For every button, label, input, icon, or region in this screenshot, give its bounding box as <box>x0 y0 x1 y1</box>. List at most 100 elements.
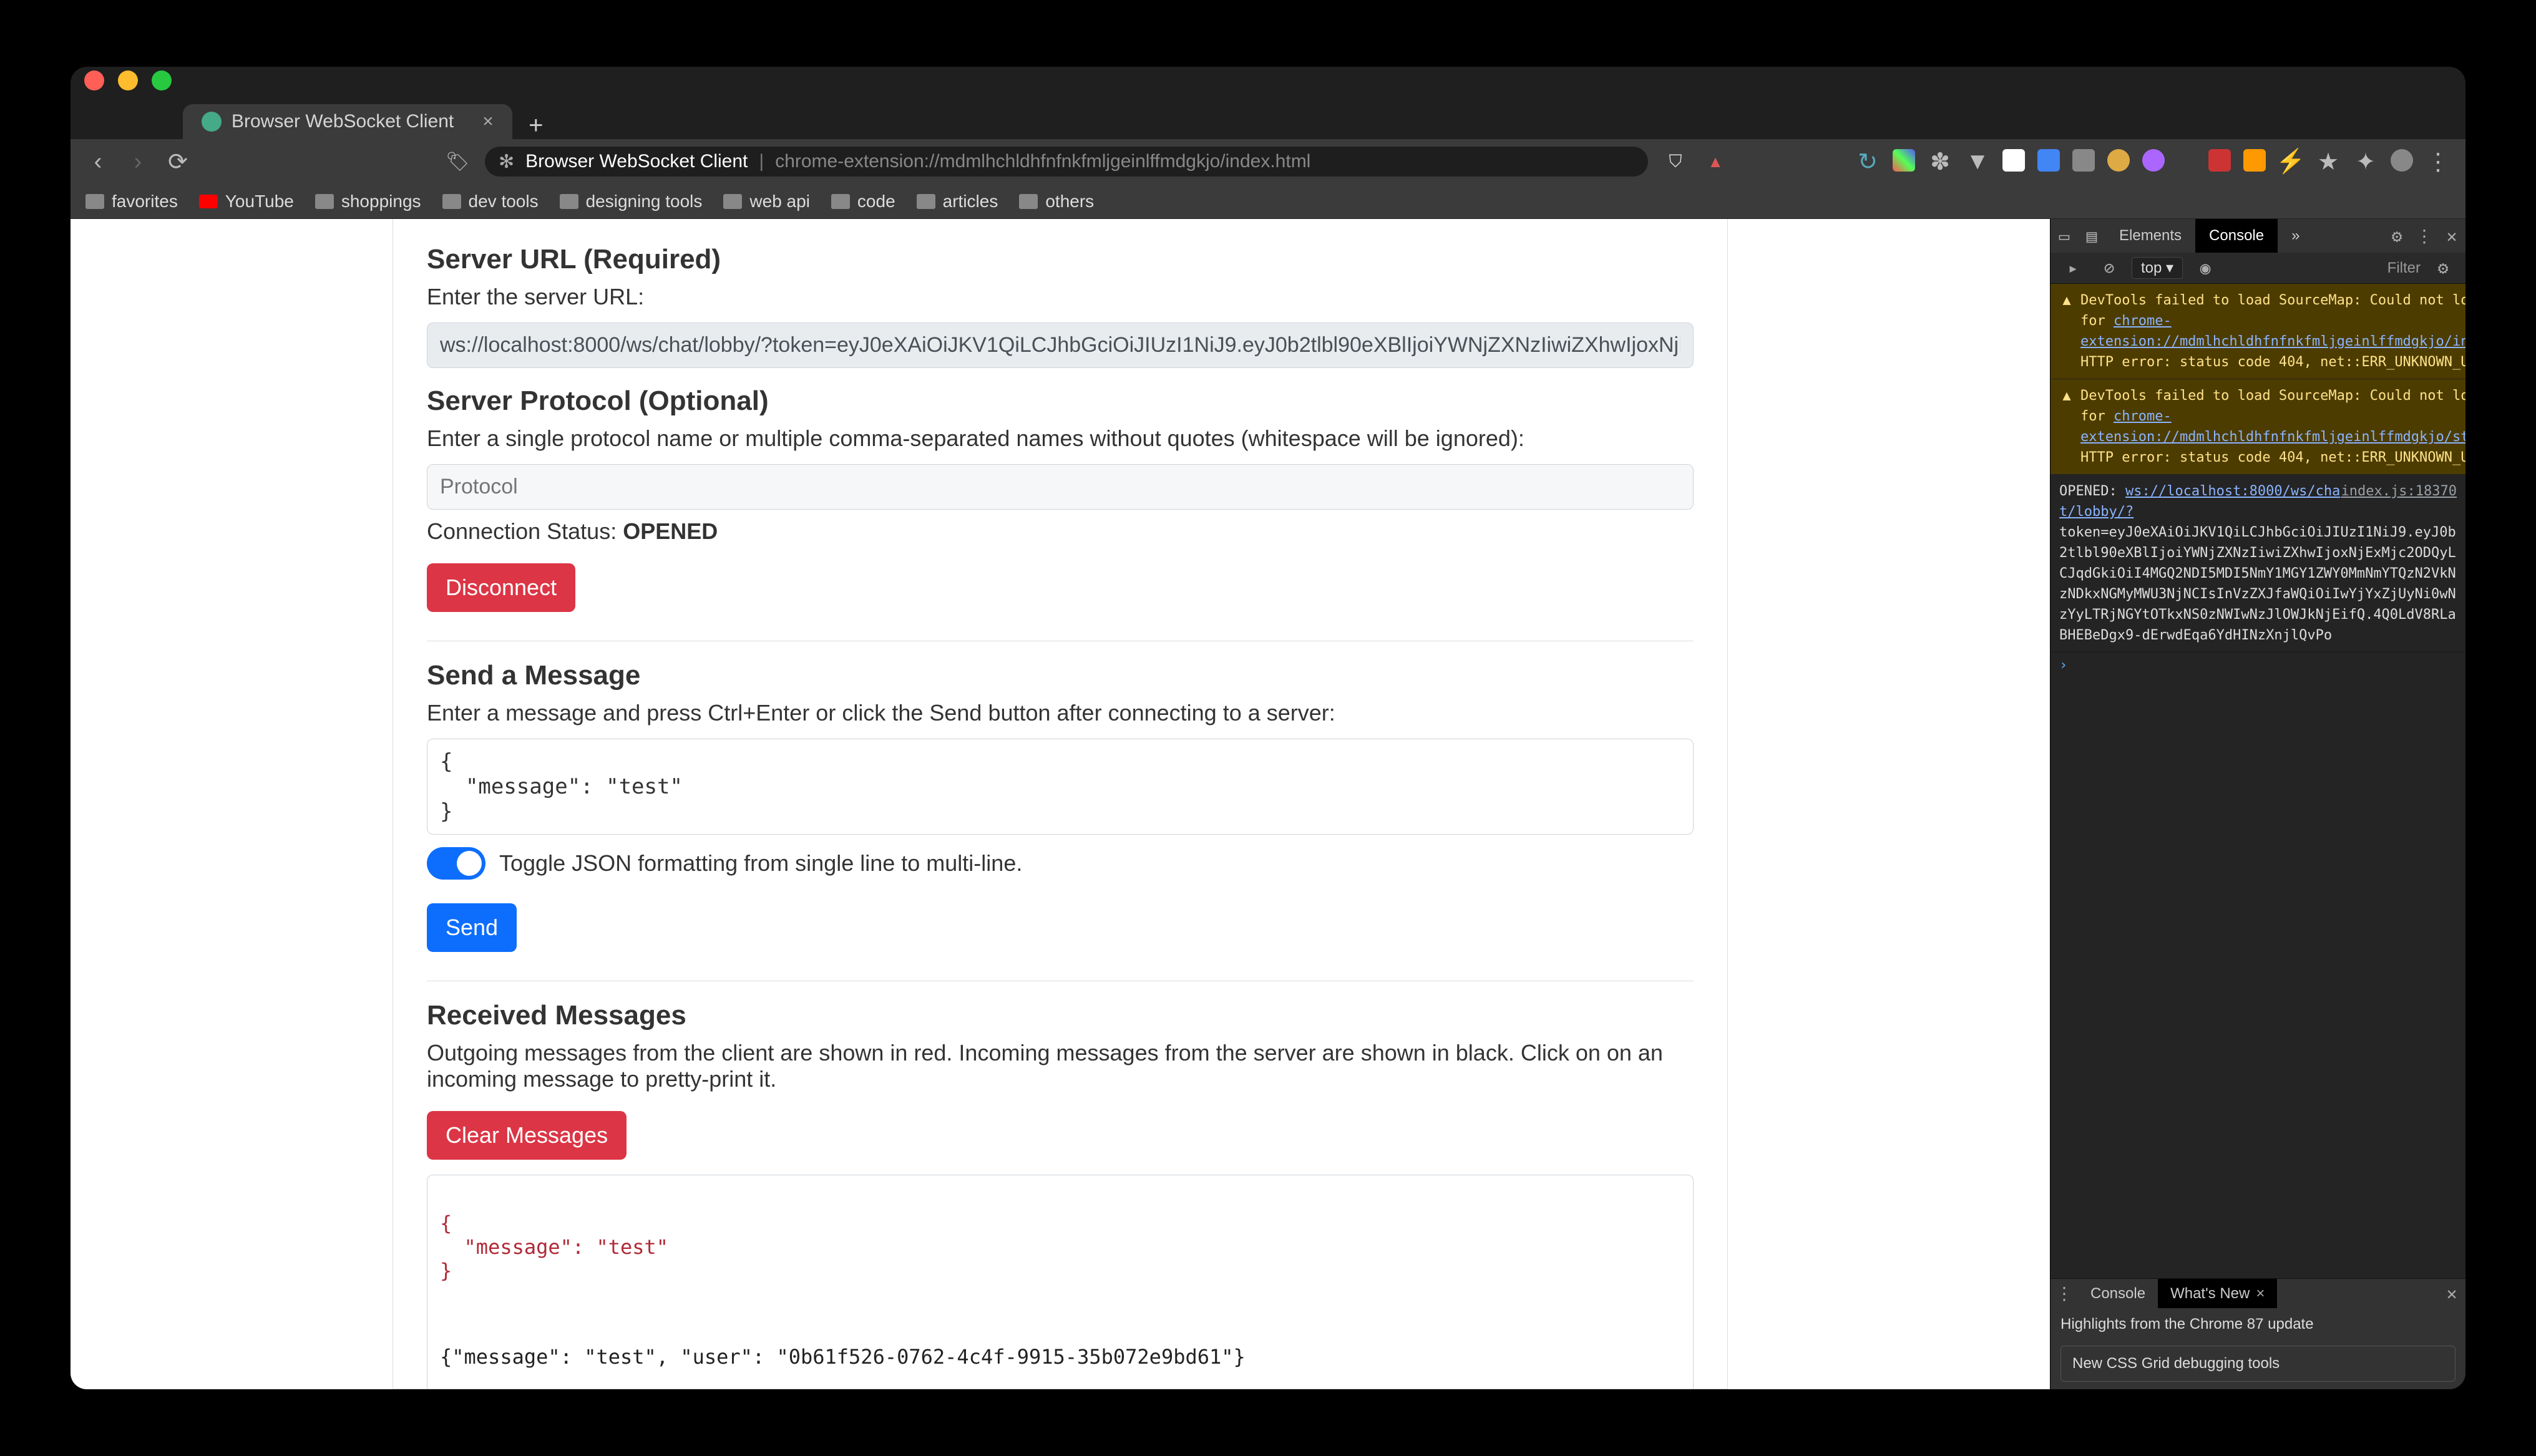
ext-doc-icon[interactable] <box>2037 149 2060 172</box>
address-bar[interactable]: ✻ Browser WebSocket Client | chrome-exte… <box>485 147 1648 177</box>
clear-console-icon[interactable]: ⊘ <box>2095 255 2123 282</box>
ext-1-icon[interactable] <box>1893 149 1915 172</box>
bookmark-articles[interactable]: articles <box>917 192 998 211</box>
devtools-panel: ▭ ▤ Elements Console » ⚙ ⋮ ✕ ▸ ⊘ top ▾ ◉… <box>2050 219 2465 1389</box>
server-protocol-input[interactable] <box>427 464 1694 510</box>
ext-purple-icon[interactable] <box>2142 149 2165 172</box>
bookmark-web-api[interactable]: web api <box>723 192 810 211</box>
json-format-toggle[interactable] <box>427 847 485 880</box>
received-heading: Received Messages <box>427 1000 1694 1031</box>
devtools-right-icons: ⚙ ⋮ ✕ <box>2383 222 2465 250</box>
server-url-input[interactable] <box>427 323 1694 368</box>
live-expression-icon[interactable]: ◉ <box>2192 255 2219 282</box>
shield-icon[interactable]: ⛉ <box>1663 149 1688 174</box>
ext-flag-icon[interactable] <box>2107 149 2130 172</box>
console-settings-icon[interactable]: ⚙ <box>2429 255 2457 282</box>
tabs-overflow[interactable]: » <box>2278 219 2313 253</box>
context-selector[interactable]: top ▾ <box>2132 257 2183 279</box>
connection-status: Connection Status: OPENED <box>427 518 1694 545</box>
send-button[interactable]: Send <box>427 903 517 952</box>
bookmark-label: shoppings <box>341 192 421 211</box>
drawer-card[interactable]: New CSS Grid debugging tools <box>2060 1346 2456 1382</box>
ext-sheet-icon[interactable] <box>2072 149 2095 172</box>
filter-input[interactable]: Filter <box>2387 260 2421 277</box>
inspect-icon[interactable]: ▭ <box>2051 222 2078 250</box>
drawer-highlights: Highlights from the Chrome 87 update <box>2060 1316 2456 1333</box>
kebab-menu-icon[interactable]: ⋮ <box>2426 149 2451 174</box>
browser-tab[interactable]: Browser WebSocket Client × <box>183 104 512 139</box>
maximize-window-button[interactable] <box>152 70 172 90</box>
folder-icon <box>917 194 935 209</box>
log-source[interactable]: index.js:18370 <box>2341 481 2457 502</box>
extensions-menu-icon[interactable]: ✦ <box>2353 149 2378 174</box>
profile-avatar-icon[interactable] <box>2391 149 2413 172</box>
tab-title: Browser WebSocket Client <box>232 111 454 132</box>
ext-v-icon[interactable]: ▼ <box>1965 149 1990 174</box>
message-log: { "message": "test" } {"message": "test"… <box>427 1175 1694 1389</box>
bookmark-label: others <box>1045 192 1094 211</box>
folder-icon <box>560 194 578 209</box>
drawer-kebab-icon[interactable]: ⋮ <box>2051 1280 2078 1308</box>
warning-link[interactable]: chrome-extension://mdmlhchldhfnfnkfmljge… <box>2080 313 2465 349</box>
bookmark-favorites[interactable]: favorites <box>85 192 178 211</box>
drawer-tab-whatsnew[interactable]: What's New × <box>2158 1279 2277 1308</box>
drawer-close-icon[interactable]: ✕ <box>2438 1280 2465 1308</box>
incoming-message[interactable]: {"message": "test", "user": "0b61f526-07… <box>440 1345 1680 1369</box>
new-tab-button[interactable]: + <box>522 112 550 139</box>
url-title: Browser WebSocket Client <box>525 151 748 172</box>
server-protocol-heading: Server Protocol (Optional) <box>427 386 1694 417</box>
content-row: Server URL (Required) Enter the server U… <box>71 219 2465 1389</box>
warning-icon: ▲ <box>2059 386 2074 468</box>
ext-tp-icon[interactable] <box>2208 149 2231 172</box>
message-body-input[interactable]: { "message": "test" } <box>427 739 1694 835</box>
back-button[interactable]: ‹ <box>85 149 110 174</box>
bookmark-designing-tools[interactable]: designing tools <box>560 192 703 211</box>
bookmark-others[interactable]: others <box>1019 192 1094 211</box>
ext-bolt-icon[interactable]: ⚡ <box>2278 149 2303 174</box>
close-tab-button[interactable]: × <box>482 111 494 132</box>
ext-star-icon[interactable]: ★ <box>2316 149 2341 174</box>
bookmark-icon[interactable]: 🏷 <box>445 149 470 174</box>
warning-icon[interactable]: ▲ <box>1703 149 1728 174</box>
browser-window: Browser WebSocket Client × + ‹ › ⟳ 🏷 ✻ B… <box>71 67 2465 1389</box>
history-icon[interactable]: ↻ <box>1855 149 1880 174</box>
bookmark-dev-tools[interactable]: dev tools <box>442 192 539 211</box>
disconnect-button[interactable]: Disconnect <box>427 563 575 612</box>
gear-icon[interactable]: ✽ <box>1928 149 1953 174</box>
toggle-knob <box>457 851 482 876</box>
tab-console[interactable]: Console <box>2195 219 2278 253</box>
ext-orange-icon[interactable] <box>2243 149 2266 172</box>
ext-s-icon[interactable] <box>2002 149 2025 172</box>
folder-icon <box>442 194 461 209</box>
settings-gear-icon[interactable]: ⚙ <box>2383 222 2411 250</box>
devtools-kebab-icon[interactable]: ⋮ <box>2411 222 2438 250</box>
forward-button[interactable]: › <box>125 149 150 174</box>
page-viewport: Server URL (Required) Enter the server U… <box>71 219 2050 1389</box>
globe-icon <box>202 112 222 132</box>
console-sidebar-icon[interactable]: ▸ <box>2059 255 2087 282</box>
received-desc: Outgoing messages from the client are sh… <box>427 1040 1694 1092</box>
reload-button[interactable]: ⟳ <box>165 149 190 174</box>
folder-icon <box>831 194 850 209</box>
console-filter-bar: ▸ ⊘ top ▾ ◉ Filter ⚙ <box>2051 253 2465 284</box>
log-body: token=eyJ0eXAiOiJKV1QiLCJhbGciOiJIUzI1Ni… <box>2059 525 2456 643</box>
console-prompt[interactable]: › <box>2051 653 2465 678</box>
extension-icons: ↻ ✽ ▼ ⚡ ★ ✦ ⋮ <box>1855 149 2451 174</box>
bookmark-code[interactable]: code <box>831 192 895 211</box>
tab-elements[interactable]: Elements <box>2105 219 2195 253</box>
bookmark-label: designing tools <box>586 192 703 211</box>
tab-strip: Browser WebSocket Client × + <box>71 94 2465 139</box>
nav-toolbar: ‹ › ⟳ 🏷 ✻ Browser WebSocket Client | chr… <box>71 139 2465 184</box>
warning-link[interactable]: chrome-extension://mdmlhchldhfnfnkfmljge… <box>2080 409 2465 445</box>
device-toggle-icon[interactable]: ▤ <box>2078 222 2105 250</box>
clear-messages-button[interactable]: Clear Messages <box>427 1111 627 1160</box>
close-window-button[interactable] <box>84 70 104 90</box>
devtools-drawer: ⋮ Console What's New × ✕ Highlights from… <box>2051 1278 2465 1389</box>
minimize-window-button[interactable] <box>118 70 138 90</box>
bookmark-youtube[interactable]: YouTube <box>199 192 294 211</box>
devtools-close-icon[interactable]: ✕ <box>2438 222 2465 250</box>
bookmark-label: dev tools <box>469 192 539 211</box>
bookmark-shoppings[interactable]: shoppings <box>315 192 421 211</box>
drawer-tab-console[interactable]: Console <box>2078 1279 2158 1308</box>
server-url-heading: Server URL (Required) <box>427 244 1694 275</box>
